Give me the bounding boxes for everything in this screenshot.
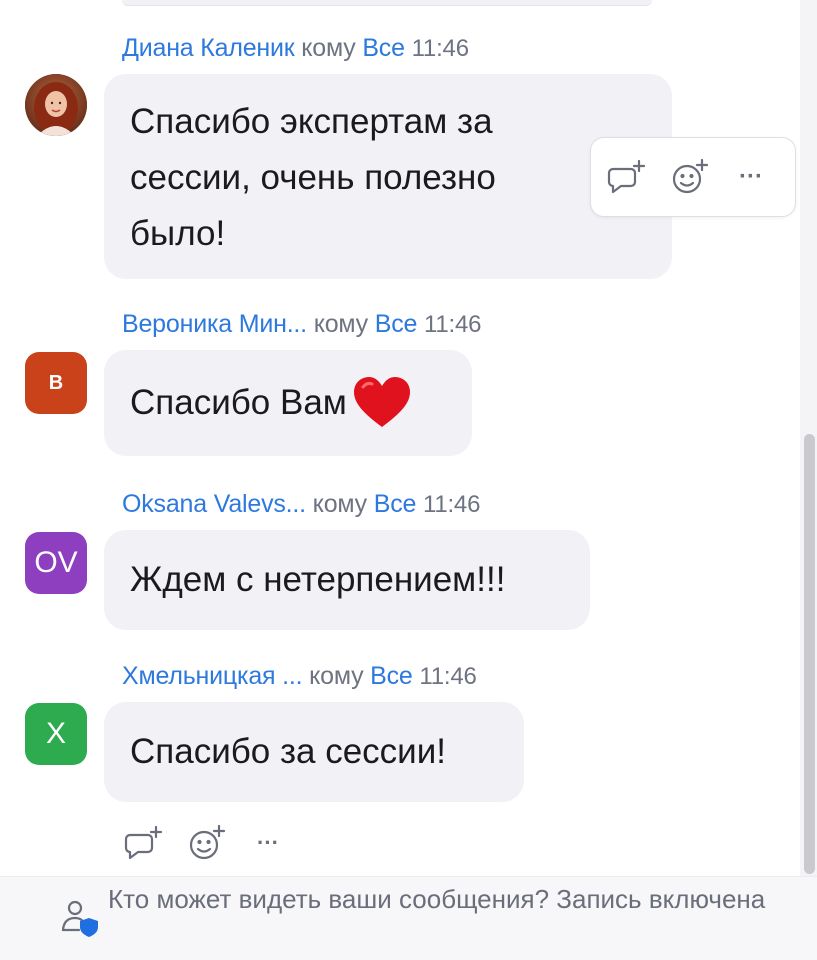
more-label: ··· [739, 163, 763, 190]
to-label: кому [312, 490, 367, 518]
timestamp: 11:46 [419, 663, 477, 690]
message-header: Oksana Valevs... кому Все 11:46 [122, 490, 480, 519]
privacy-notice[interactable]: Кто может видеть ваши сообщения? Запись … [108, 880, 788, 918]
avatar-photo [25, 74, 87, 136]
message-line: сессии, очень полезно [130, 158, 496, 197]
timestamp: 11:46 [411, 35, 469, 62]
add-reaction-icon[interactable] [184, 821, 228, 865]
message-header: Диана Каленик кому Все 11:46 [122, 34, 469, 63]
more-icon[interactable]: ··· [729, 155, 773, 199]
recipient[interactable]: Все [370, 662, 413, 690]
to-label: кому [309, 662, 364, 690]
person-shield-icon[interactable] [60, 896, 100, 938]
message-line: было! [130, 214, 226, 253]
to-label: кому [301, 34, 356, 62]
message-line: Спасибо за сессии! [130, 732, 447, 771]
message-bubble[interactable]: Спасибо Вам [104, 350, 472, 456]
message-actions: ··· [122, 818, 290, 868]
message-line: Спасибо экспертам за [130, 102, 493, 141]
avatar-initials: X [45, 717, 66, 750]
sender-name[interactable]: Диана Каленик [122, 34, 295, 62]
message-bubble[interactable]: Спасибо за сессии! [104, 702, 524, 802]
message-line: Спасибо Вам [130, 383, 347, 422]
timestamp: 11:46 [422, 491, 481, 518]
avatar[interactable]: X [25, 703, 87, 765]
avatar[interactable] [25, 74, 87, 136]
add-reaction-icon[interactable] [667, 155, 711, 199]
reply-thread-icon[interactable] [122, 821, 166, 865]
sender-name[interactable]: Вероника Мин... [122, 310, 307, 338]
message-header: Хмельницкая ... кому Все 11:46 [122, 662, 477, 691]
reply-thread-icon[interactable] [605, 155, 649, 199]
sender-name[interactable]: Oksana Valevs... [122, 490, 306, 518]
recipient[interactable]: Все [362, 34, 405, 62]
message-bubble[interactable]: Ждем с нетерпением!!! [104, 530, 590, 630]
sender-name[interactable]: Хмельницкая ... [122, 662, 303, 690]
more-label: ··· [257, 830, 279, 855]
previous-message-bubble [122, 0, 652, 6]
avatar-initials: OV [34, 546, 78, 579]
timestamp: 11:46 [423, 311, 482, 338]
message-hover-toolbar: ··· [590, 137, 796, 217]
avatar-initials: В [48, 371, 64, 394]
message-line: Ждем с нетерпением!!! [130, 560, 506, 599]
message-bubble[interactable]: Спасибо экспертам за сессии, очень полез… [104, 74, 672, 279]
message-header: Вероника Мин... кому Все 11:46 [122, 310, 481, 339]
chat-panel: Диана Каленик кому Все 11:46 Спасибо экс… [0, 0, 800, 876]
scrollbar[interactable] [800, 0, 817, 876]
more-icon[interactable]: ··· [246, 821, 290, 865]
avatar[interactable]: OV [25, 532, 87, 594]
avatar[interactable]: В [25, 352, 87, 414]
heart-emoji-icon [353, 377, 410, 427]
recipient[interactable]: Все [375, 310, 418, 338]
scrollbar-thumb[interactable] [804, 434, 815, 874]
recipient[interactable]: Все [374, 490, 417, 518]
to-label: кому [313, 310, 368, 338]
